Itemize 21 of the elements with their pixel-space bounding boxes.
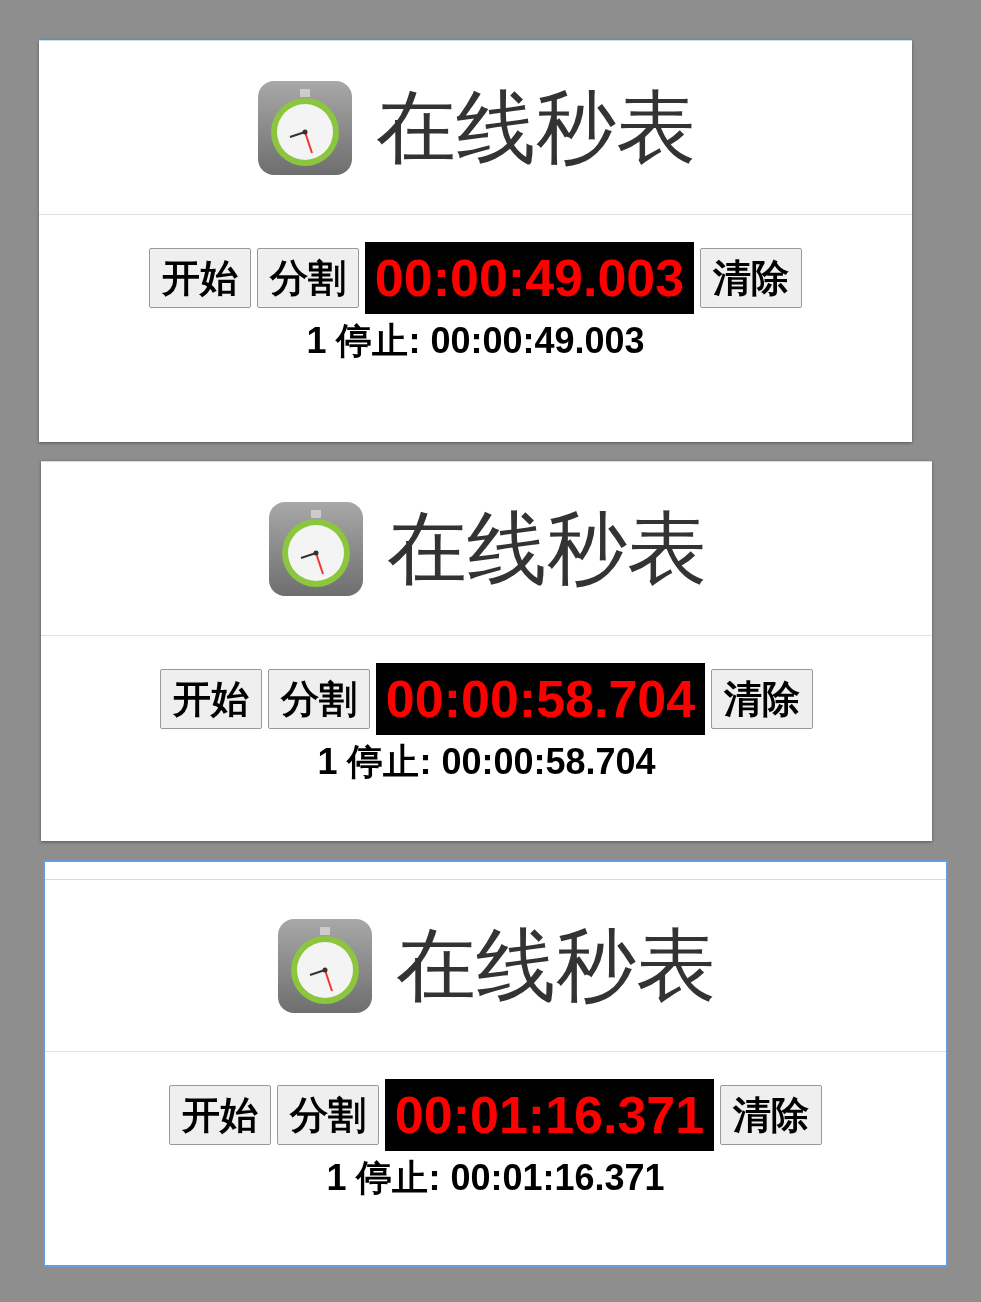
stopwatch-button[interactable]: 分割 (256, 248, 359, 308)
lap-record: 1 停止: 00:00:49.003 (306, 319, 645, 363)
app-title: 在线秒表 (386, 508, 707, 589)
stopwatch-button[interactable]: 开始 (168, 1085, 271, 1145)
time-display: 00:00:49.003 (364, 242, 695, 314)
lap-record: 1 停止: 00:01:16.371 (326, 1156, 665, 1200)
stopwatch-button[interactable]: 清除 (711, 669, 814, 729)
stopwatch-button[interactable]: 开始 (148, 248, 251, 308)
time-display: 00:01:16.371 (384, 1079, 715, 1151)
stopwatch-icon (266, 499, 365, 598)
stopwatch-button[interactable]: 分割 (276, 1085, 379, 1145)
stopwatch-button[interactable]: 清除 (700, 248, 803, 308)
stopwatch-button[interactable]: 分割 (267, 669, 370, 729)
lap-record: 1 停止: 00:00:58.704 (317, 740, 656, 784)
stopwatch-icon (275, 916, 374, 1015)
app-title: 在线秒表 (375, 87, 696, 168)
stopwatch-icon (255, 78, 354, 177)
stopwatch-button[interactable]: 清除 (720, 1085, 823, 1145)
stopwatch-button[interactable]: 开始 (159, 669, 262, 729)
app-title: 在线秒表 (395, 925, 716, 1006)
time-display: 00:00:58.704 (375, 663, 706, 735)
